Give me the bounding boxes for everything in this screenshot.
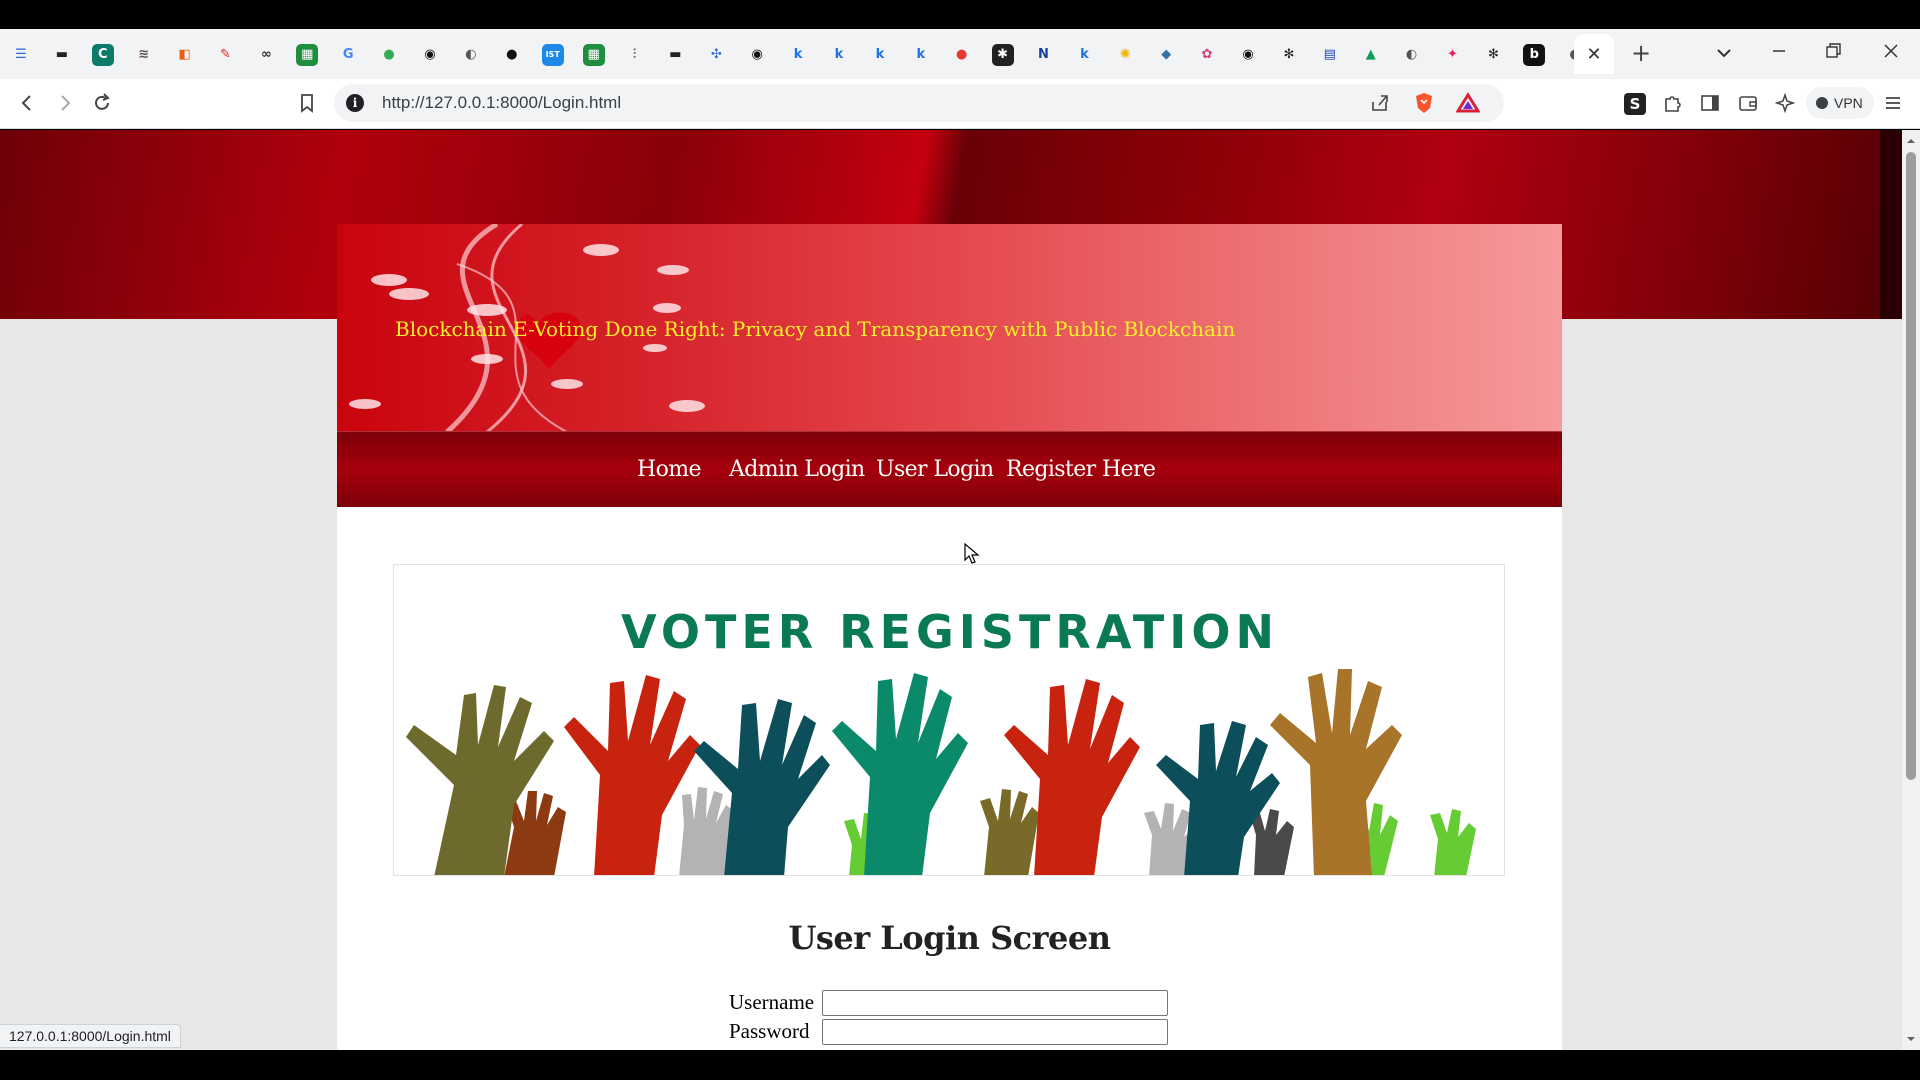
list-icon[interactable]: ☰	[10, 44, 32, 66]
close-window-button[interactable]	[1876, 41, 1906, 65]
globe-icon[interactable]: ◐	[460, 44, 482, 66]
page-scrollbar[interactable]	[1902, 130, 1920, 1050]
sidebar-icon[interactable]	[1697, 92, 1723, 118]
k-icon[interactable]: k	[910, 44, 932, 66]
sheets-icon[interactable]: ▦	[582, 44, 605, 66]
office-icon[interactable]: ◧	[174, 44, 196, 66]
raised-hands-illustration	[406, 669, 1476, 875]
back-button[interactable]	[14, 92, 40, 118]
username-label: Username	[729, 990, 815, 1014]
nav-admin-login-link[interactable]: Admin Login	[729, 457, 865, 482]
drive-icon[interactable]: ▲	[1360, 44, 1382, 66]
main-navigation: Home Admin Login User Login Register Her…	[337, 432, 1562, 507]
puzzle-icon[interactable]: ✣	[705, 44, 727, 66]
github-icon[interactable]: ◉	[746, 44, 768, 66]
person-icon[interactable]: ●	[378, 44, 400, 66]
leo-ai-icon[interactable]	[1772, 92, 1798, 118]
minimize-button[interactable]	[1764, 41, 1794, 65]
vpn-shield-icon	[1816, 97, 1828, 109]
window-icon[interactable]: ▤	[1319, 44, 1341, 66]
github-icon[interactable]: ◉	[419, 44, 441, 66]
address-url[interactable]: http://127.0.0.1:8000/Login.html	[382, 93, 621, 113]
b-icon[interactable]: b	[1523, 44, 1546, 66]
globe-icon[interactable]: ◐	[1401, 44, 1423, 66]
ist-icon[interactable]: IST	[541, 44, 564, 66]
cisco-icon[interactable]: ⫶	[624, 44, 646, 66]
k-icon[interactable]: k	[1073, 44, 1095, 66]
scroll-up-arrow-icon[interactable]	[1902, 134, 1920, 148]
login-heading: User Login Screen	[788, 919, 1112, 957]
active-tab[interactable]: ✕	[1574, 34, 1614, 74]
tab-search-chevron-icon[interactable]	[1712, 43, 1736, 67]
spark-icon[interactable]: ✱	[991, 44, 1014, 66]
car-icon[interactable]: ▬	[664, 44, 686, 66]
brave-rewards-icon[interactable]	[1455, 92, 1481, 116]
tab-strip: ☰ ▬ C ≋ ◧ ✎ ∞ ▦ G ● ◉ ◐ ● IST ▦ ⫶ ▬ ✣ ◉ k k k k ● ✱ Nk ✺ ◆ ✿ ◉ ✻ ▤ ▲ ◐ ✦ ✻ b…	[0, 29, 1920, 79]
page-viewport: Blockchain E-Voting Done Right: Privacy …	[0, 130, 1902, 1050]
scroll-thumb[interactable]	[1906, 152, 1916, 780]
forward-button[interactable]	[52, 92, 78, 118]
bookmark-icon[interactable]	[294, 92, 320, 118]
browser-toolbar: i http://127.0.0.1:8000/Login.html S VPN	[0, 79, 1920, 129]
new-tab-button[interactable]: +	[1626, 38, 1656, 68]
glasses-icon[interactable]: ∞	[255, 44, 277, 66]
github-icon[interactable]: ◉	[1237, 44, 1259, 66]
s-extension-icon[interactable]: S	[1624, 93, 1646, 115]
openai-icon[interactable]: ✻	[1278, 44, 1300, 66]
nav-home-link[interactable]: Home	[637, 457, 702, 482]
k-icon[interactable]: k	[787, 44, 809, 66]
brave-shield-icon[interactable]	[1412, 91, 1436, 115]
flower-icon[interactable]: ✿	[1196, 44, 1218, 66]
colorful-icon[interactable]: ✦	[1442, 44, 1464, 66]
openai-icon[interactable]: ✻	[1482, 44, 1504, 66]
banner-title: Blockchain E-Voting Done Right: Privacy …	[395, 317, 1236, 341]
nav-user-login-link[interactable]: User Login	[876, 457, 994, 482]
site-banner: Blockchain E-Voting Done Right: Privacy …	[337, 224, 1562, 432]
extensions-puzzle-icon[interactable]	[1660, 92, 1686, 118]
site-info-icon[interactable]: i	[346, 94, 364, 112]
k-icon[interactable]: k	[869, 44, 891, 66]
car-icon[interactable]: ▬	[51, 44, 73, 66]
menu-icon[interactable]	[1880, 92, 1906, 118]
wallet-icon[interactable]	[1735, 92, 1761, 118]
password-label: Password	[729, 1019, 810, 1043]
python-icon[interactable]: ◆	[1155, 44, 1177, 66]
record-icon[interactable]: ●	[951, 44, 973, 66]
scroll-down-arrow-icon[interactable]	[1902, 1032, 1920, 1046]
status-url-bubble: 127.0.0.1:8000/Login.html	[0, 1024, 181, 1048]
c-app-icon[interactable]: C	[91, 44, 114, 66]
share-icon[interactable]	[1368, 92, 1392, 116]
screen: ☰ ▬ C ≋ ◧ ✎ ∞ ▦ G ● ◉ ◐ ● IST ▦ ⫶ ▬ ✣ ◉ k k k k ● ✱ Nk ✺ ◆ ✿ ◉ ✻ ▤ ▲ ◐ ✦ ✻ b…	[0, 0, 1920, 1080]
restore-button[interactable]	[1818, 41, 1848, 65]
close-tab-icon[interactable]: ✕	[1583, 44, 1605, 66]
k-icon[interactable]: k	[828, 44, 850, 66]
google-icon[interactable]: G	[337, 44, 359, 66]
voter-registration-image: VOTER REGISTRATION	[393, 564, 1505, 876]
address-bar[interactable]: i http://127.0.0.1:8000/Login.html	[334, 84, 1504, 122]
dash-icon[interactable]: ●	[501, 44, 523, 66]
nav-register-link[interactable]: Register Here	[1006, 457, 1156, 482]
username-input[interactable]	[822, 990, 1168, 1016]
sun-icon[interactable]: ✺	[1114, 44, 1136, 66]
notion-icon[interactable]: N	[1033, 44, 1055, 66]
vpn-button[interactable]: VPN	[1806, 87, 1874, 119]
cisco-icon[interactable]: ≋	[133, 44, 155, 66]
vpn-label: VPN	[1834, 95, 1863, 111]
reload-button[interactable]	[89, 92, 115, 118]
sheets-icon[interactable]: ▦	[296, 44, 319, 66]
page-container: Blockchain E-Voting Done Right: Privacy …	[337, 224, 1562, 1050]
edit-icon[interactable]: ✎	[215, 44, 237, 66]
mouse-pointer-icon	[964, 543, 980, 564]
password-input[interactable]	[822, 1019, 1168, 1045]
